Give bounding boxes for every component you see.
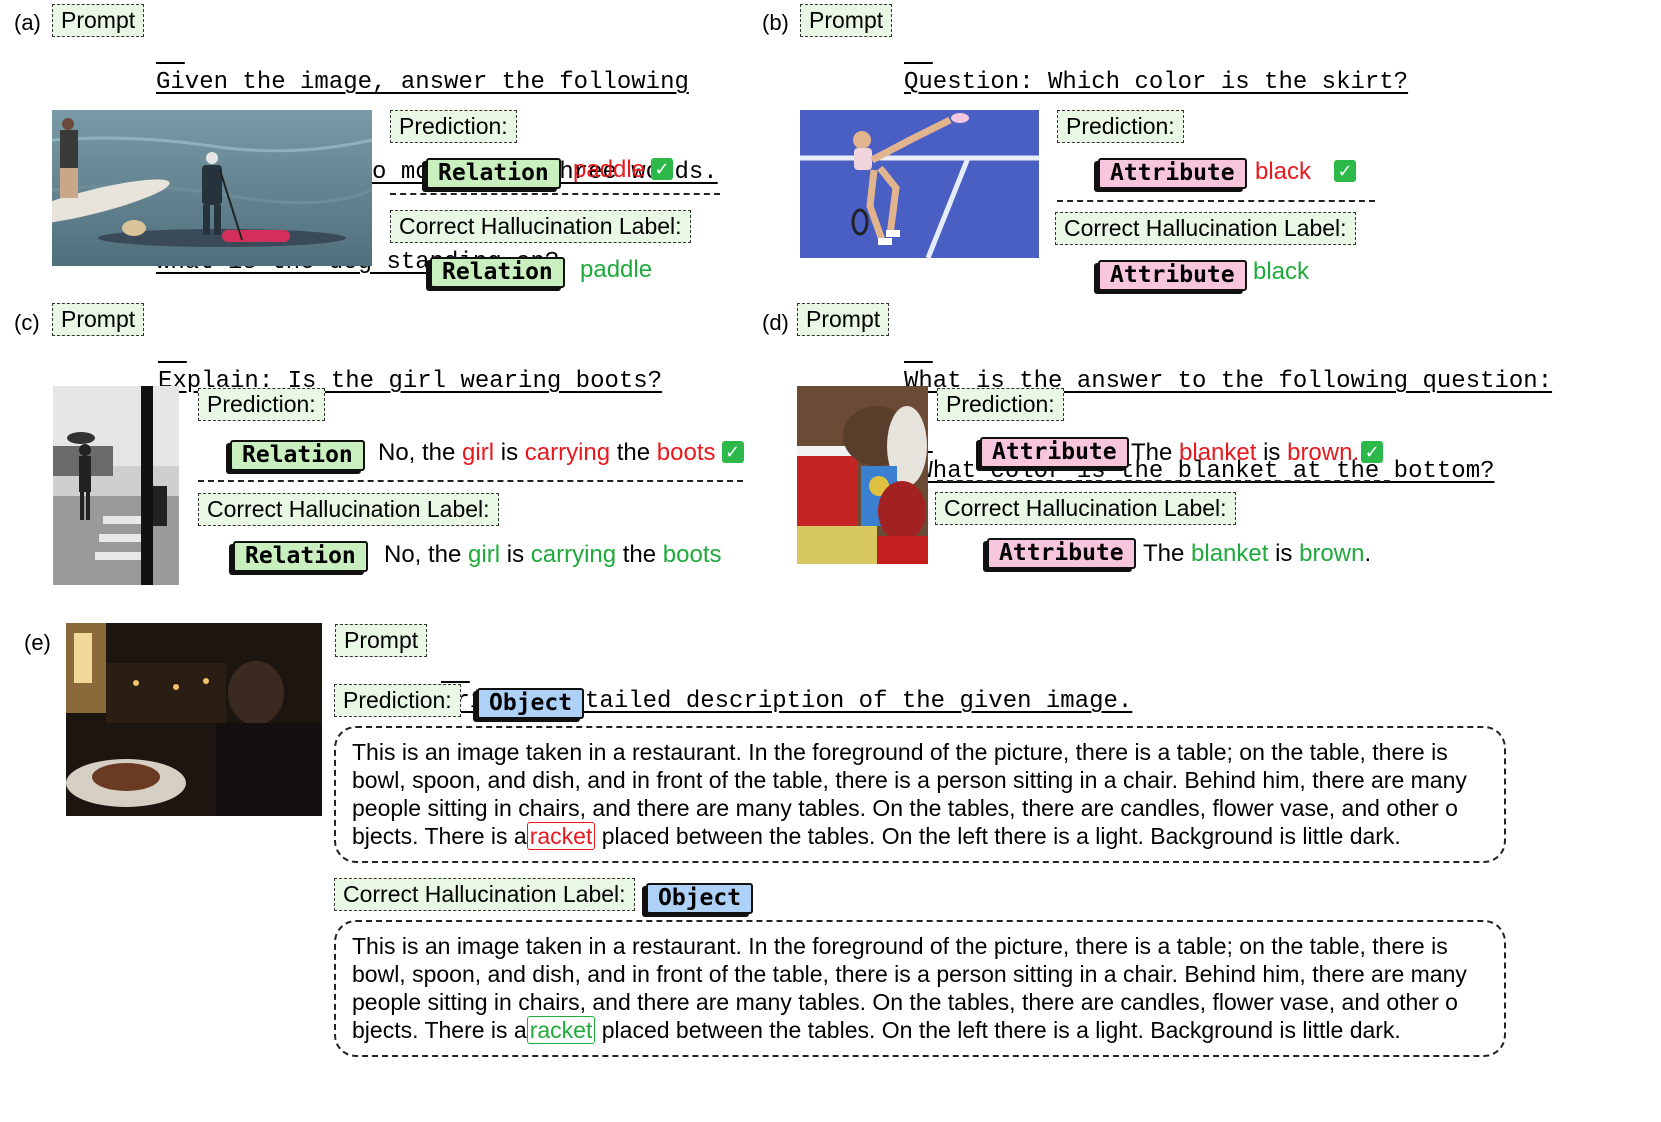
correct-answer-a: paddle — [580, 256, 653, 283]
prediction-answer-a: paddle ✓ — [573, 156, 674, 184]
checkmark-icon: ✓ — [651, 158, 674, 180]
prediction-answer-c: No, the girl is carrying the boots ✓ — [378, 439, 744, 467]
panel-label-b: (b) — [762, 10, 789, 35]
tag-attribute: Attribute — [980, 437, 1129, 468]
checkmark-icon: ✓ — [1334, 160, 1356, 184]
prediction-label-c: Prediction: — [198, 388, 325, 421]
photo-paddleboard — [52, 110, 372, 266]
prediction-label-e: Prediction: — [334, 684, 461, 717]
panel-label-a: (a) — [14, 10, 41, 35]
tag-relation: Relation — [230, 440, 365, 471]
prediction-label-b: Prediction: — [1057, 110, 1184, 143]
tag-attribute: Attribute — [1098, 158, 1247, 189]
question-line: Question: Which color is the skirt? — [904, 69, 1409, 96]
prediction-answer-b: black — [1255, 158, 1312, 185]
separator — [390, 193, 720, 195]
prompt-box-e: Prompt — [335, 624, 428, 657]
separator — [198, 480, 743, 482]
prompt-box-d: Prompt — [797, 303, 890, 336]
panel-label-d: (d) — [762, 310, 789, 335]
highlighted-word: racket — [526, 822, 596, 850]
correct-description: This is an image taken in a restaurant. … — [334, 920, 1506, 1057]
photo-teddy-bear — [797, 386, 928, 564]
tag-relation: Relation — [430, 257, 565, 288]
tag-attribute: Attribute — [1098, 260, 1247, 291]
panel-label-e: (e) — [24, 630, 51, 655]
tag-relation: Relation — [233, 541, 368, 572]
correct-label-c: Correct Hallucination Label: — [198, 493, 499, 526]
prediction-label-a: Prediction: — [390, 110, 517, 143]
prompt-box-a: Prompt — [52, 4, 145, 37]
prompt-box-b: Prompt — [800, 4, 893, 37]
correct-label-b: Correct Hallucination Label: — [1055, 212, 1356, 245]
tag-relation: Relation — [426, 158, 561, 189]
correct-label-d: Correct Hallucination Label: — [935, 492, 1236, 525]
prompt-box-c: Prompt — [52, 303, 145, 336]
question-line: Given the image, answer the following — [156, 69, 689, 96]
correct-answer-b: black — [1253, 258, 1310, 285]
tag-object: Object — [646, 883, 754, 914]
correct-answer-d: The blanket is brown. — [1143, 540, 1372, 567]
prediction-answer-d: The blanket is brown. ✓ — [1131, 439, 1384, 467]
correct-label-a: Correct Hallucination Label: — [390, 210, 691, 243]
separator — [1057, 200, 1375, 202]
tag-attribute: Attribute — [987, 538, 1136, 569]
highlighted-word: racket — [526, 1016, 596, 1044]
panel-label-c: (c) — [14, 310, 40, 335]
tag-object: Object — [477, 688, 585, 719]
checkmark-icon: ✓ — [1361, 441, 1384, 463]
correct-answer-c: No, the girl is carrying the boots — [384, 541, 722, 568]
photo-girl-street — [53, 386, 179, 585]
checkmark-icon: ✓ — [721, 441, 744, 463]
prediction-label-d: Prediction: — [937, 388, 1064, 421]
separator — [937, 480, 1390, 482]
prediction-description: This is an image taken in a restaurant. … — [334, 726, 1506, 863]
photo-tennis-player — [800, 110, 1039, 258]
photo-restaurant — [66, 623, 322, 816]
correct-label-e: Correct Hallucination Label: — [334, 878, 635, 911]
